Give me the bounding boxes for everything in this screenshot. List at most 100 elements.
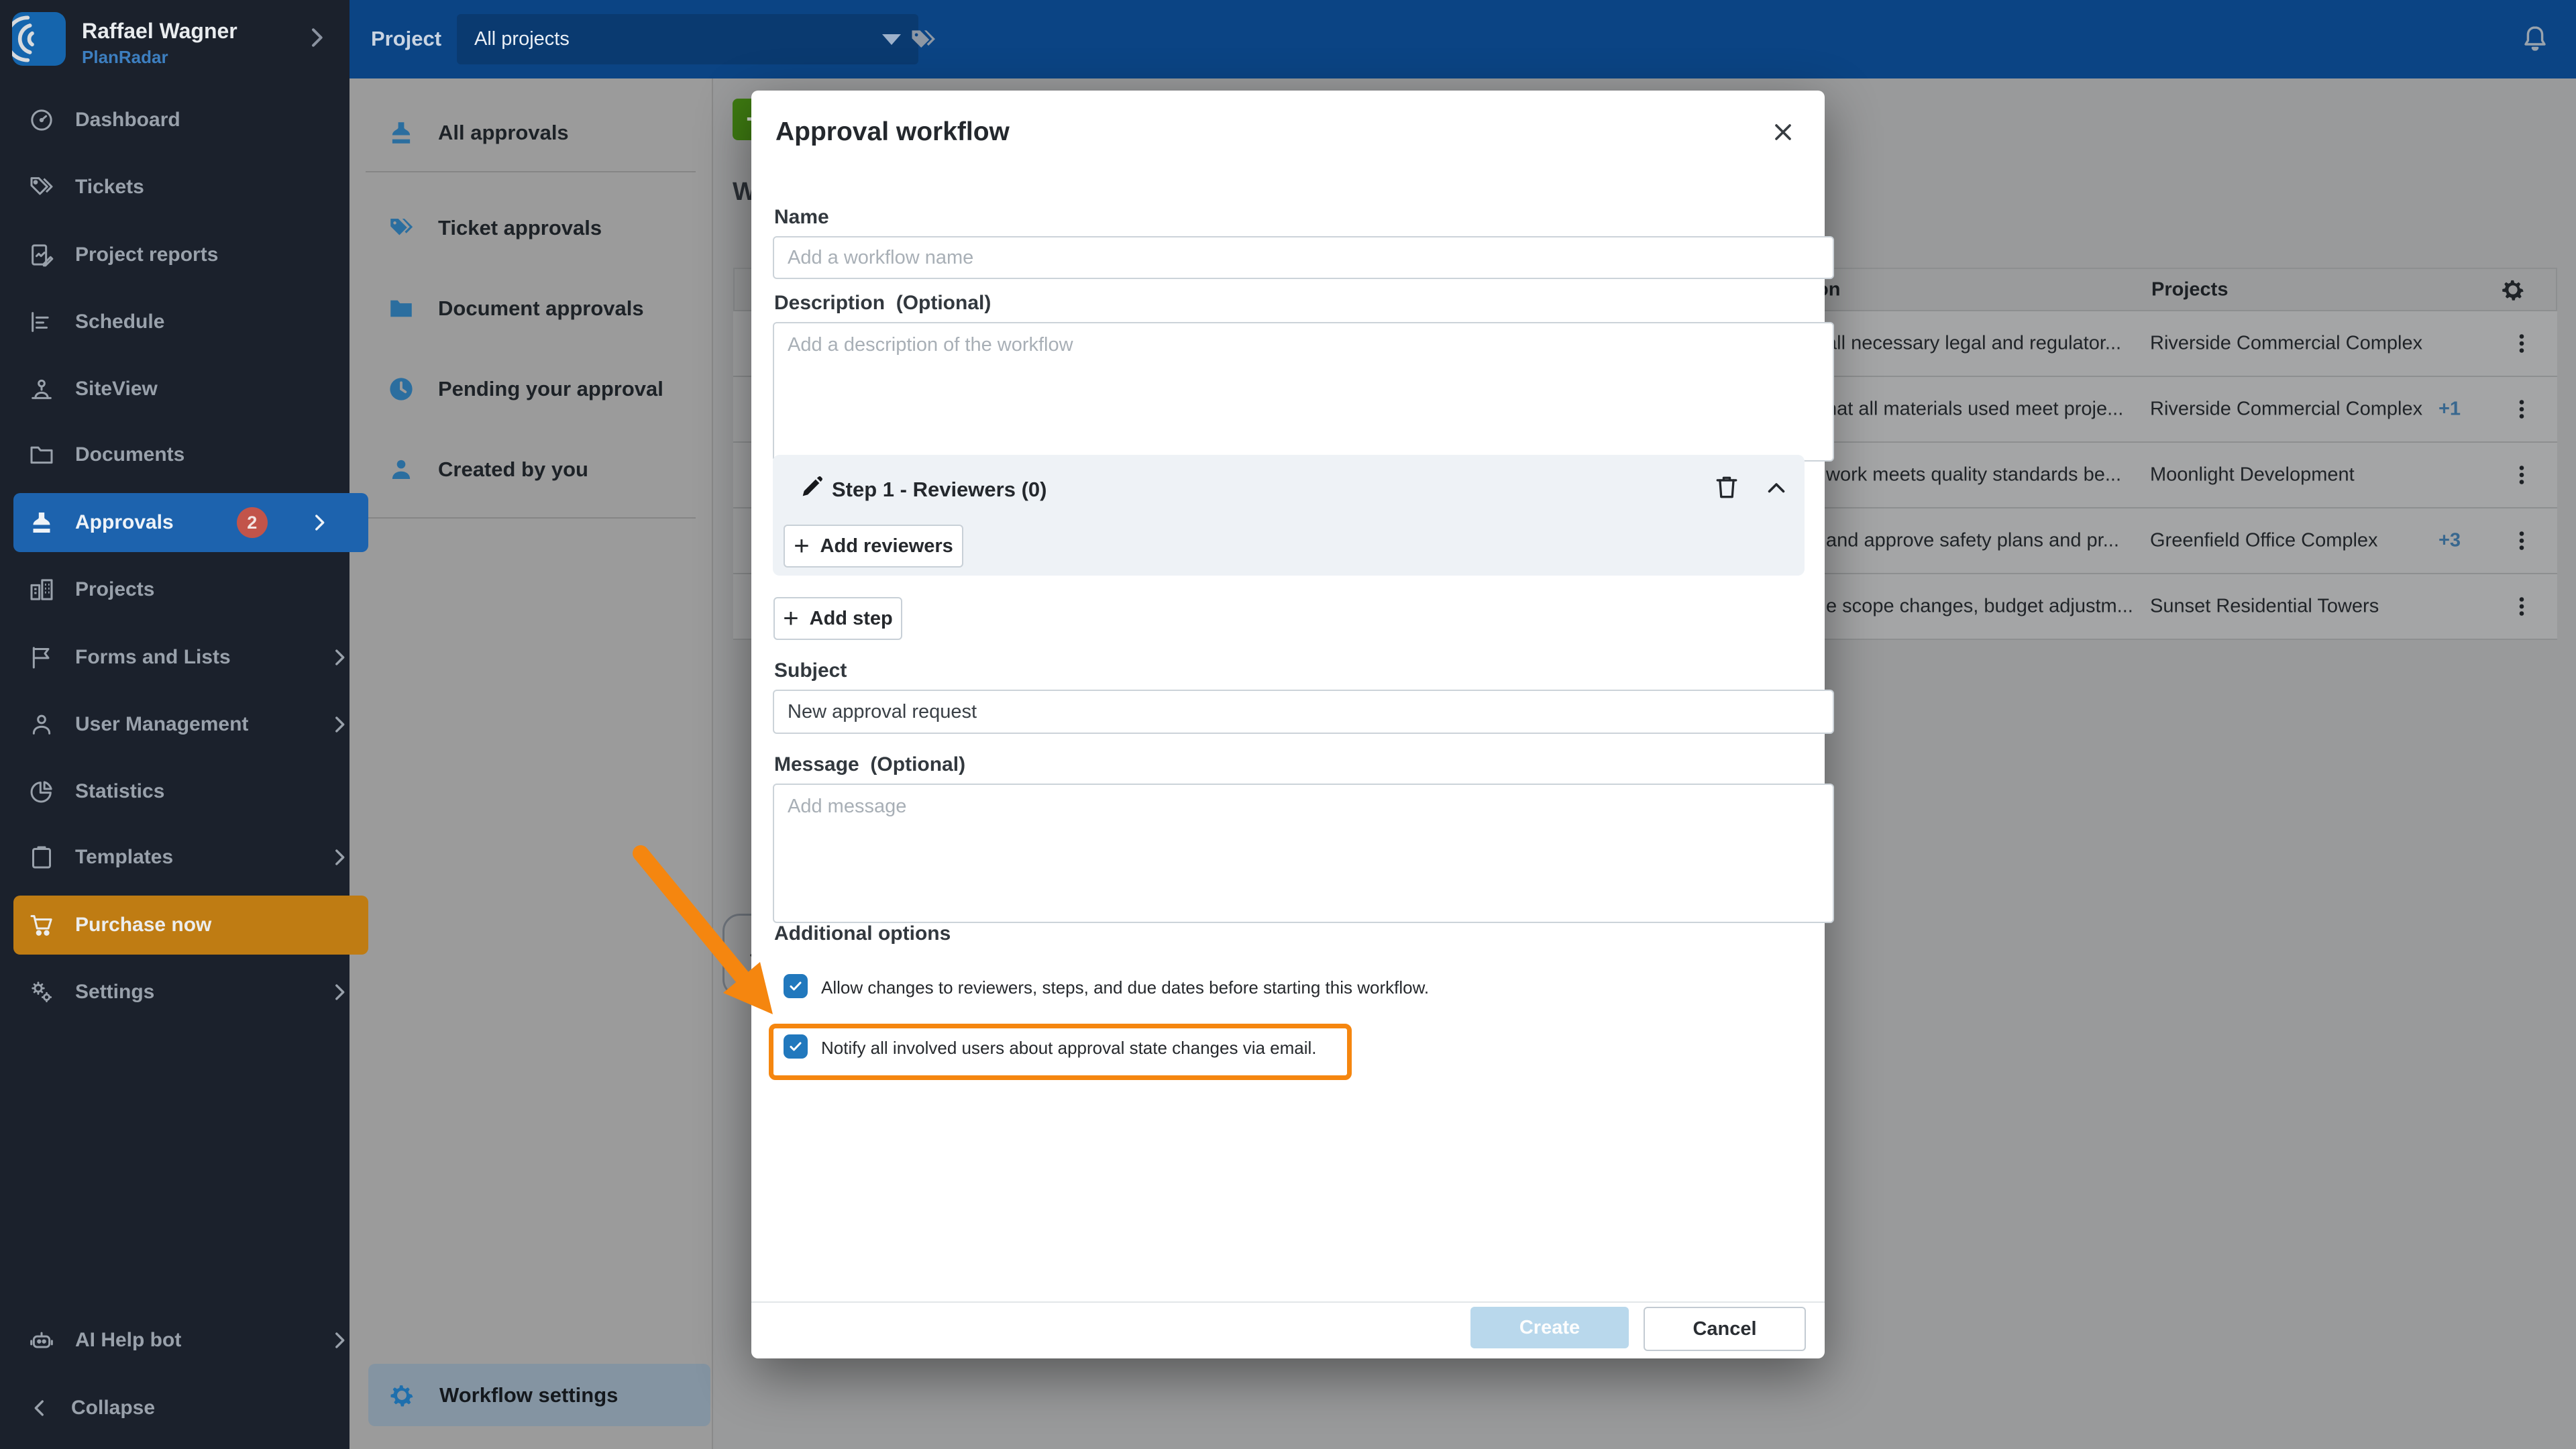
robot-icon bbox=[28, 1327, 55, 1354]
close-icon[interactable] bbox=[1770, 119, 1796, 146]
account-switcher[interactable]: Raffael Wagner PlanRadar bbox=[0, 0, 350, 94]
sidebar-item-projects[interactable]: Projects bbox=[13, 560, 368, 619]
person-icon bbox=[28, 711, 55, 738]
modal-title: Approval workflow bbox=[775, 117, 1010, 146]
sidebar-item-collapse[interactable]: Collapse bbox=[13, 1379, 368, 1438]
chevron-right-icon bbox=[308, 511, 331, 534]
chevron-down-icon bbox=[882, 34, 901, 45]
kebab-menu-icon[interactable] bbox=[2510, 331, 2534, 356]
row-projects: Riverside Commercial Complex bbox=[2150, 398, 2423, 420]
filter-created-by-you[interactable]: Created by you bbox=[350, 440, 749, 499]
filter-pending-your-approval[interactable]: Pending your approval bbox=[350, 360, 749, 419]
sidebar-item-dashboard[interactable]: Dashboard bbox=[13, 91, 368, 150]
user-company: PlanRadar bbox=[82, 47, 168, 67]
chevron-up-icon[interactable] bbox=[1764, 476, 1788, 500]
tags-icon[interactable] bbox=[908, 25, 938, 55]
cart-icon bbox=[28, 912, 55, 938]
subject-label: Subject bbox=[774, 659, 847, 682]
siteview-person-icon bbox=[28, 376, 55, 402]
sidebar-item-statistics[interactable]: Statistics bbox=[13, 762, 368, 821]
notifications-bell-icon[interactable] bbox=[2519, 23, 2551, 55]
subject-input[interactable] bbox=[773, 690, 1834, 734]
sidebar-item-settings[interactable]: Settings bbox=[13, 963, 368, 1022]
create-button[interactable]: Create bbox=[1470, 1307, 1629, 1348]
sidebar-item-schedule[interactable]: Schedule bbox=[13, 292, 368, 352]
sidebar-item-documents[interactable]: Documents bbox=[13, 425, 368, 484]
workflow-settings-item[interactable]: Workflow settings bbox=[368, 1364, 710, 1426]
divider bbox=[751, 1301, 1825, 1303]
filter-label: Ticket approvals bbox=[438, 216, 602, 239]
cancel-button[interactable]: Cancel bbox=[1644, 1307, 1806, 1351]
tags-icon bbox=[387, 214, 415, 242]
name-label: Name bbox=[774, 206, 829, 228]
pencil-icon bbox=[798, 474, 825, 500]
chevron-right-icon bbox=[328, 846, 351, 869]
kebab-menu-icon[interactable] bbox=[2510, 463, 2534, 487]
sidebar-item-approvals[interactable]: Approvals 2 bbox=[13, 493, 368, 552]
filter-document-approvals[interactable]: Document approvals bbox=[350, 279, 749, 338]
filter-ticket-approvals[interactable]: Ticket approvals bbox=[350, 199, 749, 258]
project-label: Project bbox=[371, 27, 442, 50]
sidebar-item-ai-help-bot[interactable]: AI Help bot bbox=[13, 1311, 368, 1370]
chevron-right-icon bbox=[328, 1329, 351, 1352]
row-description: e scope changes, budget adjustm... bbox=[1826, 595, 2133, 617]
project-selector-dropdown[interactable]: All projects bbox=[457, 14, 918, 64]
tags-icon bbox=[28, 174, 55, 201]
clock-icon bbox=[387, 375, 415, 403]
workflow-settings-label: Workflow settings bbox=[439, 1383, 619, 1407]
plus-icon: + bbox=[794, 531, 810, 561]
topbar: Project All projects bbox=[350, 0, 2576, 78]
trash-icon[interactable] bbox=[1712, 472, 1741, 502]
chevron-left-icon bbox=[28, 1397, 51, 1419]
kebab-menu-icon[interactable] bbox=[2510, 397, 2534, 421]
allow-changes-label: Allow changes to reviewers, steps, and d… bbox=[821, 977, 1430, 998]
row-description: and approve safety plans and pr... bbox=[1826, 529, 2119, 551]
divider bbox=[366, 171, 696, 172]
more-projects-badge[interactable]: +1 bbox=[2438, 398, 2461, 421]
workflow-name-input[interactable] bbox=[773, 236, 1834, 279]
plus-icon: + bbox=[783, 604, 799, 633]
divider bbox=[366, 517, 696, 519]
filter-label: All approvals bbox=[438, 121, 569, 144]
sidebar-item-templates[interactable]: Templates bbox=[13, 828, 368, 887]
message-textarea[interactable] bbox=[773, 784, 1834, 923]
row-projects: Greenfield Office Complex bbox=[2150, 529, 2378, 551]
flag-icon bbox=[28, 644, 55, 671]
approvals-count-badge: 2 bbox=[236, 507, 268, 538]
filter-label: Pending your approval bbox=[438, 377, 663, 400]
workflow-step-card: Step 1 - Reviewers (0) + Add reviewers bbox=[773, 455, 1805, 576]
add-reviewers-button[interactable]: + Add reviewers bbox=[784, 525, 963, 568]
more-projects-badge[interactable]: +3 bbox=[2438, 530, 2461, 552]
kebab-menu-icon[interactable] bbox=[2510, 594, 2534, 619]
message-label: Message (Optional) bbox=[774, 753, 966, 775]
pie-chart-icon bbox=[28, 778, 55, 805]
projects-column-header: Projects bbox=[2151, 278, 2229, 300]
chevron-right-icon bbox=[328, 981, 351, 1004]
annotation-highlight-box bbox=[769, 1024, 1352, 1080]
row-description: hat all materials used meet proje... bbox=[1826, 398, 2124, 420]
sidebar-item-tickets[interactable]: Tickets bbox=[13, 158, 368, 217]
kebab-menu-icon[interactable] bbox=[2510, 529, 2534, 553]
clipboard-icon bbox=[28, 844, 55, 871]
workflow-description-textarea[interactable] bbox=[773, 322, 1834, 462]
project-selector-value: All projects bbox=[474, 28, 570, 50]
description-label: Description (Optional) bbox=[774, 292, 991, 314]
folder-icon bbox=[28, 441, 55, 468]
filter-all-approvals[interactable]: All approvals bbox=[350, 103, 749, 162]
additional-options-label: Additional options bbox=[774, 922, 951, 945]
person-icon bbox=[387, 455, 415, 484]
user-name: Raffael Wagner bbox=[82, 19, 237, 43]
filter-label: Document approvals bbox=[438, 297, 644, 320]
sidebar-item-forms-and-lists[interactable]: Forms and Lists bbox=[13, 628, 368, 687]
sidebar-item-siteview[interactable]: SiteView bbox=[13, 360, 368, 419]
sidebar-item-user-management[interactable]: User Management bbox=[13, 695, 368, 754]
allow-changes-checkbox[interactable] bbox=[784, 974, 808, 998]
add-step-button[interactable]: + Add step bbox=[773, 597, 902, 640]
table-settings-gear-icon[interactable] bbox=[2499, 276, 2527, 304]
sidebar-item-project-reports[interactable]: Project reports bbox=[13, 225, 368, 284]
sidebar-item-purchase-now[interactable]: Purchase now bbox=[13, 896, 368, 955]
filter-label: Created by you bbox=[438, 458, 588, 481]
gantt-icon bbox=[28, 309, 55, 335]
approvals-filter-panel: All approvals Ticket approvals Document … bbox=[350, 78, 713, 1449]
chevron-right-icon bbox=[328, 713, 351, 736]
